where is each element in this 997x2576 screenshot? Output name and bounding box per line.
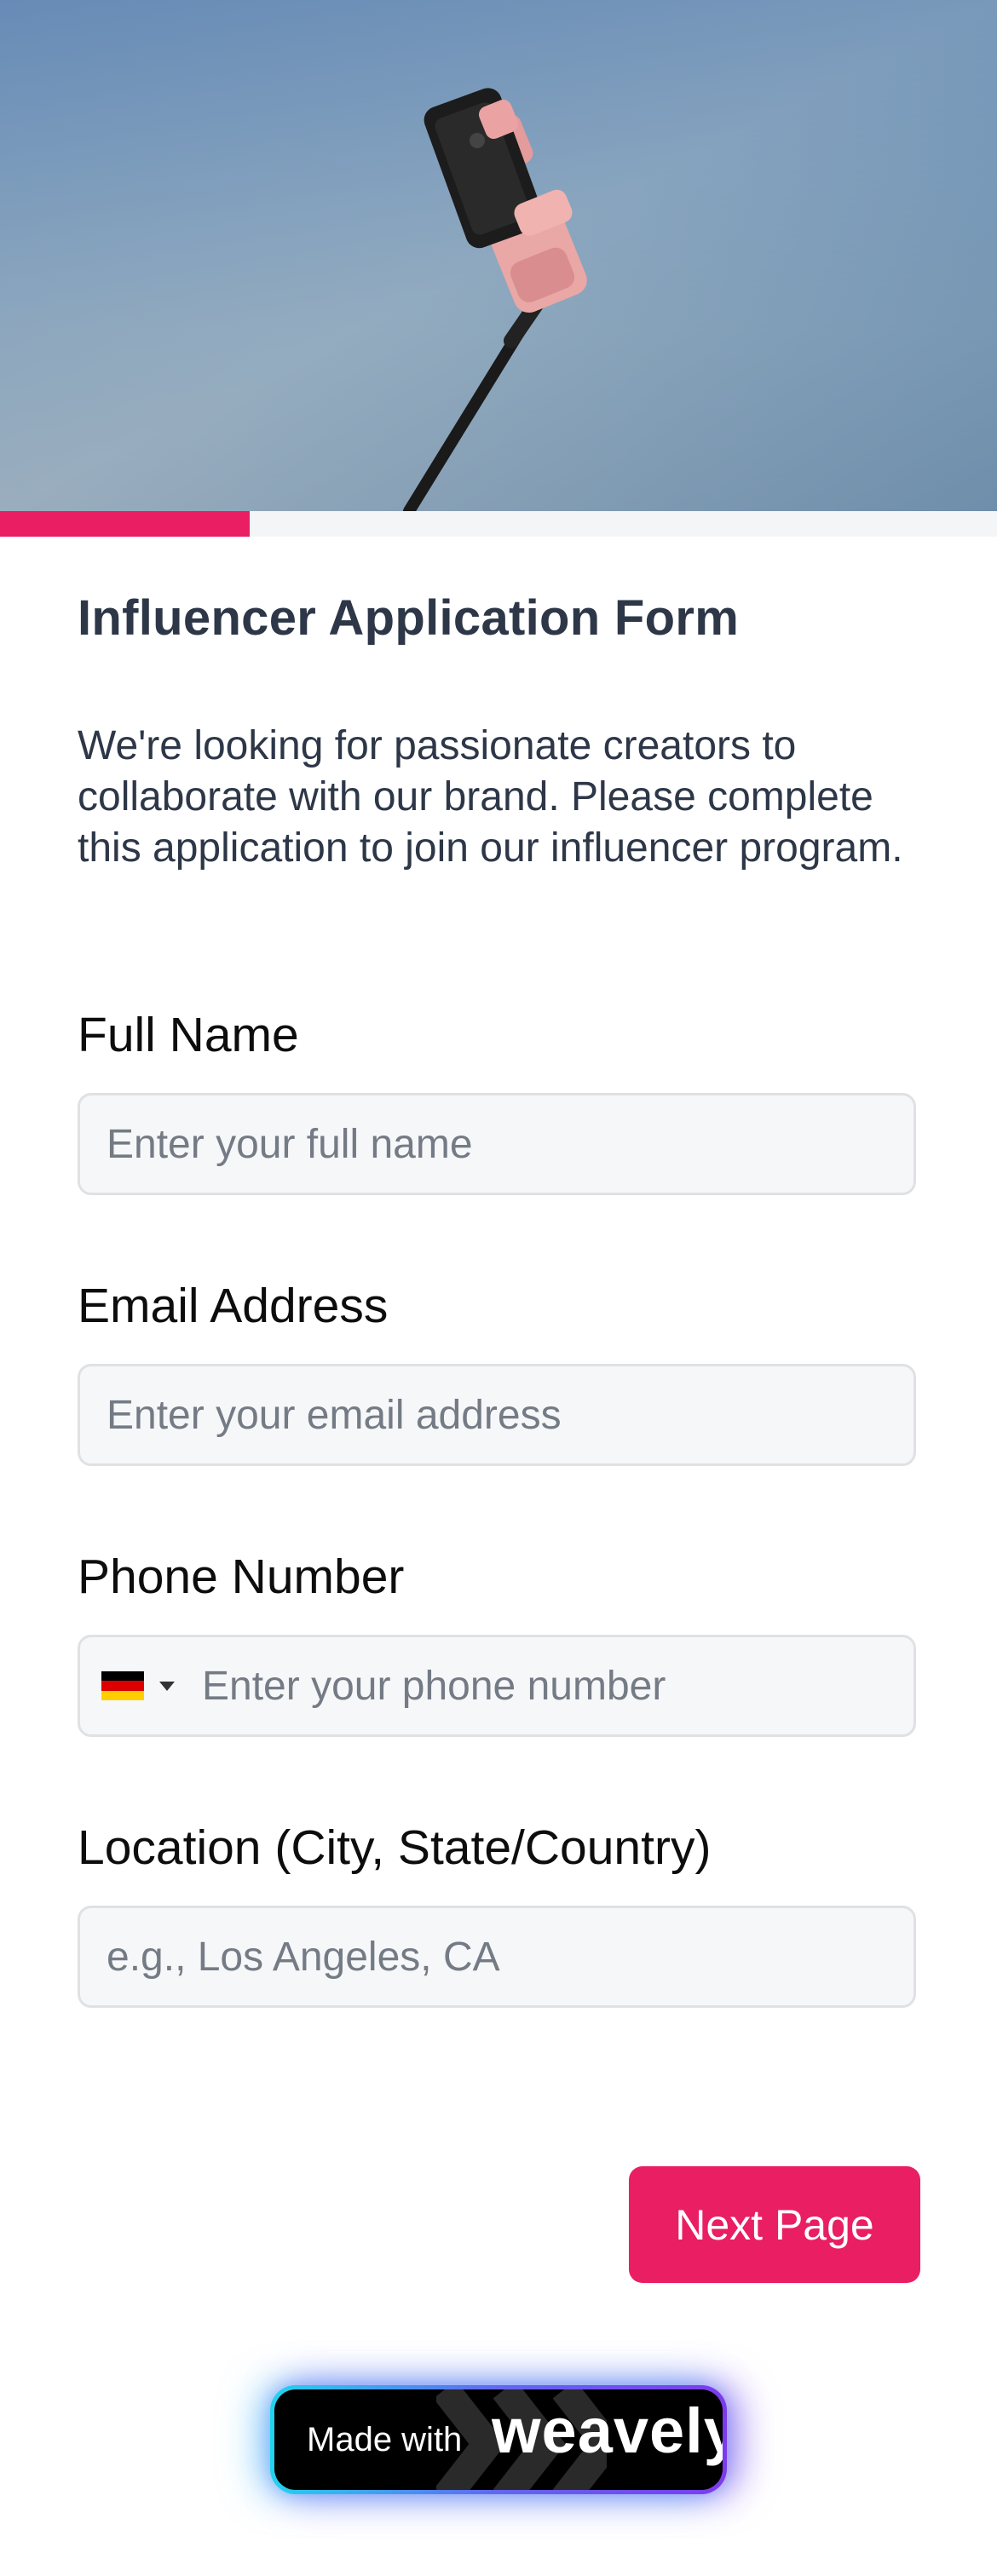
full-name-input[interactable]: Enter your full name bbox=[78, 1093, 916, 1195]
email-field: Email Address Enter your email address bbox=[78, 1276, 919, 1466]
phone-input[interactable]: Enter your phone number bbox=[78, 1635, 916, 1737]
next-page-button[interactable]: Next Page bbox=[629, 2166, 920, 2283]
phone-label: Phone Number bbox=[78, 1550, 405, 1604]
made-with-text: Made with bbox=[307, 2420, 463, 2458]
phone-field: Phone Number Enter your phone number bbox=[78, 1547, 919, 1737]
location-field: Location (City, State/Country) e.g., Los… bbox=[78, 1818, 919, 2008]
location-label: Location (City, State/Country) bbox=[78, 1820, 712, 1875]
selfie-stick-photo bbox=[0, 0, 997, 511]
progress-bar-fill bbox=[0, 511, 250, 537]
germany-flag-icon[interactable] bbox=[101, 1671, 144, 1700]
full-name-label: Full Name bbox=[78, 1008, 299, 1062]
progress-bar bbox=[0, 511, 997, 537]
location-placeholder: e.g., Los Angeles, CA bbox=[107, 1934, 500, 1980]
email-input[interactable]: Enter your email address bbox=[78, 1364, 916, 1466]
header-image bbox=[0, 0, 997, 511]
email-placeholder: Enter your email address bbox=[107, 1392, 562, 1438]
made-with-weavely-badge[interactable]: Made with weavely bbox=[270, 2385, 727, 2494]
weavely-logo: weavely bbox=[492, 2395, 727, 2466]
form-description: We're looking for passionate creators to… bbox=[78, 723, 903, 871]
chevron-down-icon[interactable] bbox=[159, 1681, 175, 1691]
location-input[interactable]: e.g., Los Angeles, CA bbox=[78, 1906, 916, 2008]
form-title: Influencer Application Form bbox=[78, 590, 740, 646]
full-name-field: Full Name Enter your full name bbox=[78, 1005, 919, 1195]
email-label: Email Address bbox=[78, 1279, 389, 1333]
form-header: Influencer Application Form We're lookin… bbox=[78, 588, 919, 874]
full-name-placeholder: Enter your full name bbox=[107, 1121, 473, 1167]
phone-placeholder: Enter your phone number bbox=[202, 1663, 666, 1709]
